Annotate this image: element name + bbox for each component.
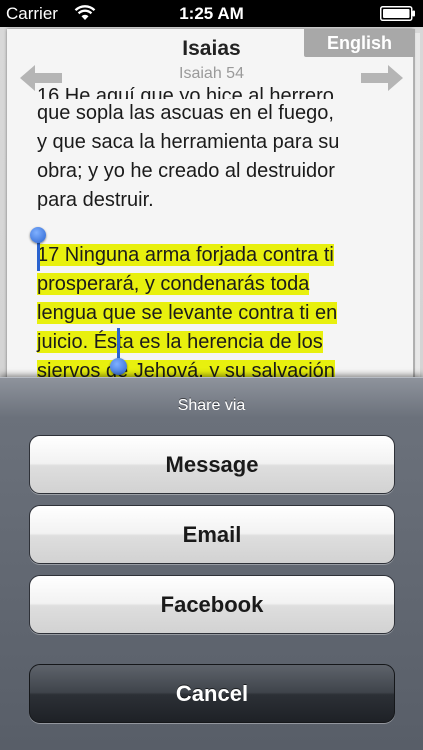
verse-line: y que saca la herramienta para su <box>37 131 340 153</box>
verse-17-selected[interactable]: 17 Ninguna arma forjada contra ti prospe… <box>37 241 387 386</box>
share-email-button[interactable]: Email <box>29 505 395 564</box>
selection-end-handle[interactable] <box>110 358 127 375</box>
highlighted-line: lengua que se levante contra ti en <box>37 302 338 324</box>
verse-line: para destruir. <box>37 189 154 211</box>
status-bar: Carrier 1:25 AM <box>0 0 423 27</box>
battery-icon <box>380 6 415 21</box>
share-action-sheet: Share via Message Email Facebook Cancel <box>0 377 423 750</box>
verse-line: que sopla las ascuas en el fuego, <box>37 102 334 124</box>
share-facebook-button[interactable]: Facebook <box>29 575 395 634</box>
cancel-button[interactable]: Cancel <box>29 664 395 723</box>
share-sheet-title: Share via <box>177 397 246 414</box>
share-message-button[interactable]: Message <box>29 435 395 494</box>
highlighted-line: juicio. Ésta es la herencia de los <box>37 331 323 353</box>
verse-line-cut: 16 He aquí que yo hice al herrero <box>37 85 334 99</box>
selection-end-bar <box>117 328 120 360</box>
highlighted-line: prosperará, y condenarás toda <box>37 273 310 295</box>
highlighted-line: 17 Ninguna arma forjada contra ti <box>37 244 334 266</box>
selection-start-handle[interactable] <box>30 227 46 243</box>
book-title: Isaias <box>182 37 241 60</box>
clock: 1:25 AM <box>179 4 244 23</box>
selection-start-bar <box>37 241 40 271</box>
verse-16: 16 He aquí que yo hice al herrero que so… <box>37 70 387 220</box>
verse-line: obra; y yo he creado al destruidor <box>37 160 335 182</box>
